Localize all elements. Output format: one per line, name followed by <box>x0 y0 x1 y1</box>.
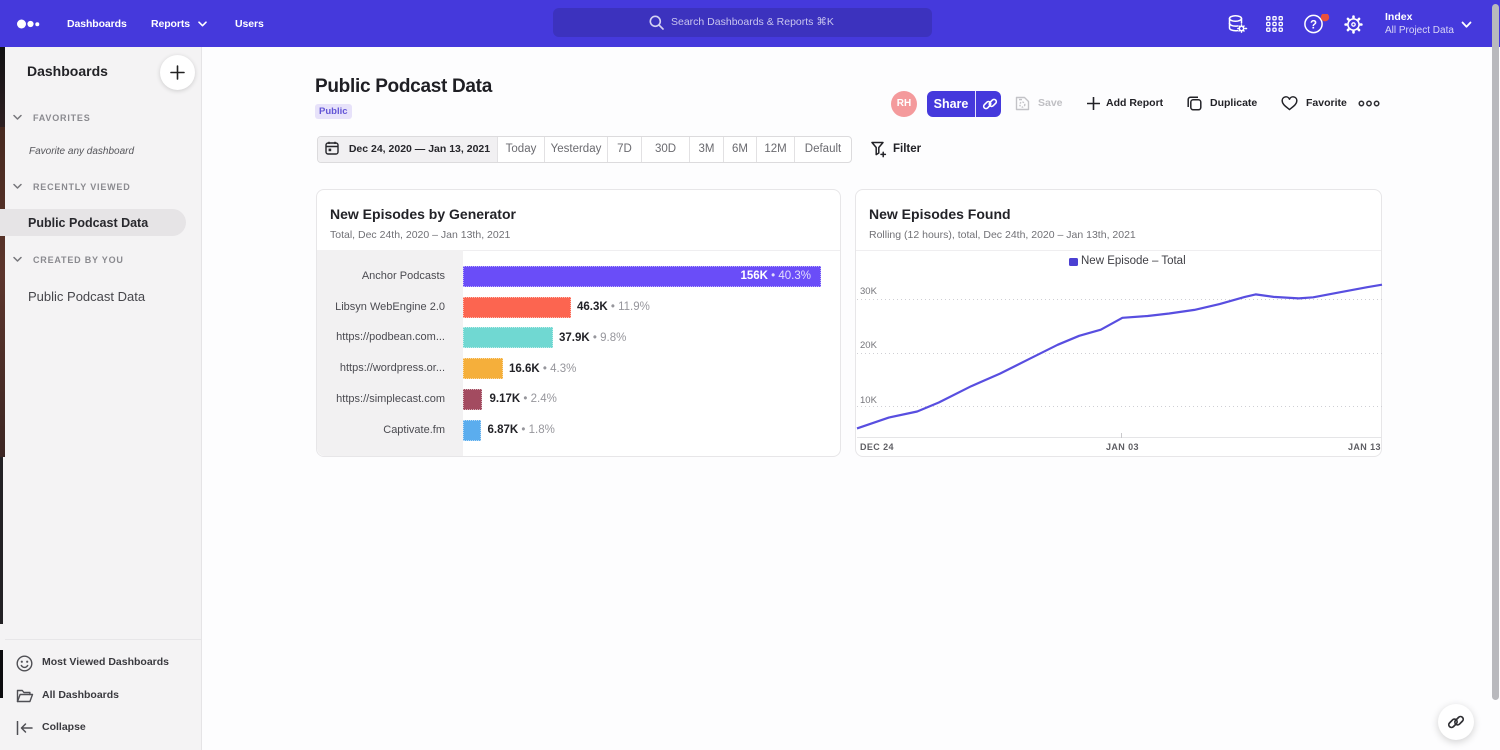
svg-text:?: ? <box>1310 20 1317 32</box>
